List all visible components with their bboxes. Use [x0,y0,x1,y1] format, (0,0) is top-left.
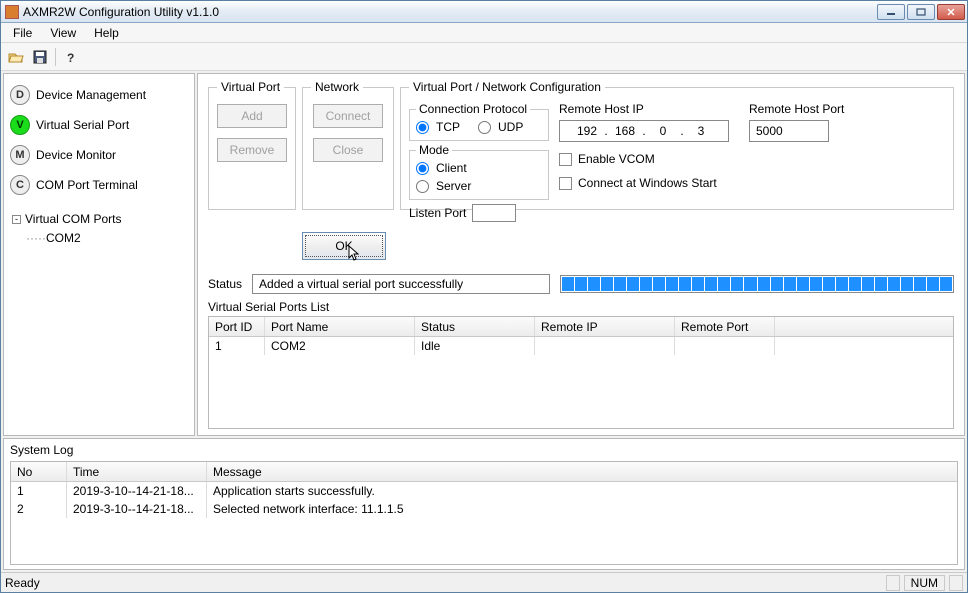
status-text: Added a virtual serial port successfully [252,274,550,294]
status-label: Status [208,277,242,291]
log-row[interactable]: 1 2019-3-10--14-21-18... Application sta… [11,482,957,500]
group-virtual-port-legend: Virtual Port [217,80,284,94]
vsl-table: Port ID Port Name Status Remote IP Remot… [208,316,954,429]
group-network: Network Connect Close [302,80,394,210]
menu-help[interactable]: Help [86,24,127,42]
statusbar: Ready NUM [1,572,967,592]
nav-label: Virtual Serial Port [36,118,129,132]
table-row[interactable]: 1 COM2 Idle [209,337,953,355]
statusbar-text: Ready [5,576,882,590]
svg-text:?: ? [67,51,74,64]
checkbox-icon [559,153,572,166]
save-icon[interactable] [29,46,51,68]
system-log-table: No Time Message 1 2019-3-10--14-21-18...… [10,461,958,565]
content-area: D Device Management V Virtual Serial Por… [1,71,967,572]
col-remote-ip[interactable]: Remote IP [535,317,675,336]
system-log-panel: System Log No Time Message 1 2019-3-10--… [3,438,965,570]
tree-view: -Virtual COM Ports ·····COM2 [4,204,194,435]
toolbar-separator [55,48,56,66]
vsl-label: Virtual Serial Ports List [208,300,954,314]
nav-device-monitor[interactable]: M Device Monitor [10,140,190,170]
titlebar: AXMR2W Configuration Utility v1.1.0 [1,1,967,23]
remove-button[interactable]: Remove [217,138,287,162]
window-title: AXMR2W Configuration Utility v1.1.0 [23,5,877,19]
letter-m-icon: M [10,145,30,165]
col-portname[interactable]: Port Name [265,317,415,336]
mode-legend: Mode [416,143,452,157]
checkbox-connect-start[interactable]: Connect at Windows Start [559,176,739,190]
log-header: No Time Message [11,462,957,482]
col-status[interactable]: Status [415,317,535,336]
menubar: File View Help [1,23,967,43]
statusbar-num: NUM [904,575,945,591]
close-network-button[interactable]: Close [313,138,383,162]
letter-v-icon: V [10,115,30,135]
statusbar-cell [886,575,900,591]
letter-d-icon: D [10,85,30,105]
app-window: AXMR2W Configuration Utility v1.1.0 File… [0,0,968,593]
tree-root[interactable]: -Virtual COM Ports [12,210,190,229]
col-remote-port[interactable]: Remote Port [675,317,775,336]
radio-server[interactable]: Server [416,177,542,195]
radio-tcp[interactable]: TCP [416,118,460,136]
log-col-time[interactable]: Time [67,462,207,481]
protocol-legend: Connection Protocol [416,102,530,116]
group-mode: Mode Client Server [409,143,549,200]
vsl-header: Port ID Port Name Status Remote IP Remot… [209,317,953,337]
nav-virtual-serial-port[interactable]: V Virtual Serial Port [10,110,190,140]
tree-collapse-icon[interactable]: - [12,215,21,224]
add-button[interactable]: Add [217,104,287,128]
minimize-button[interactable] [877,4,905,20]
help-icon[interactable]: ? [60,46,82,68]
checkbox-enable-vcom[interactable]: Enable VCOM [559,152,739,166]
nav-com-port-terminal[interactable]: C COM Port Terminal [10,170,190,200]
open-icon[interactable] [5,46,27,68]
log-col-message[interactable]: Message [207,462,957,481]
system-log-label: System Log [10,443,958,457]
remote-ip-label: Remote Host IP [559,102,739,116]
group-config: Virtual Port / Network Configuration Con… [400,80,954,210]
nav-label: Device Management [36,88,146,102]
remote-port-label: Remote Host Port [749,102,844,116]
group-virtual-port: Virtual Port Add Remove [208,80,296,210]
nav-label: Device Monitor [36,148,116,162]
menu-file[interactable]: File [5,24,40,42]
progress-bar [560,275,954,293]
radio-client[interactable]: Client [416,159,542,177]
listen-port-label: Listen Port [409,206,466,220]
ok-button[interactable]: OK [302,232,386,260]
upper-area: D Device Management V Virtual Serial Por… [3,73,965,436]
main-panel: Virtual Port Add Remove Network Connect … [197,73,965,436]
menu-view[interactable]: View [42,24,84,42]
listen-port-input[interactable] [472,204,516,222]
group-network-legend: Network [311,80,363,94]
log-col-no[interactable]: No [11,462,67,481]
remote-port-input[interactable]: 5000 [749,120,829,142]
close-button[interactable] [937,4,965,20]
col-portid[interactable]: Port ID [209,317,265,336]
app-icon [5,5,19,19]
nav-list: D Device Management V Virtual Serial Por… [4,74,194,204]
letter-c-icon: C [10,175,30,195]
statusbar-grip [949,575,963,591]
group-protocol: Connection Protocol TCP UDP [409,102,549,141]
nav-device-management[interactable]: D Device Management [10,80,190,110]
checkbox-icon [559,177,572,190]
log-row[interactable]: 2 2019-3-10--14-21-18... Selected networ… [11,500,957,518]
tree-item-com2[interactable]: ·····COM2 [12,229,190,248]
group-config-legend: Virtual Port / Network Configuration [409,80,605,94]
radio-udp[interactable]: UDP [478,118,523,136]
tree-branch-icon: ····· [26,231,46,245]
toolbar: ? [1,43,967,71]
nav-label: COM Port Terminal [36,178,138,192]
connect-button[interactable]: Connect [313,104,383,128]
sidebar: D Device Management V Virtual Serial Por… [3,73,195,436]
maximize-button[interactable] [907,4,935,20]
remote-ip-input[interactable]: 192. 168. 0. 3 [559,120,729,142]
